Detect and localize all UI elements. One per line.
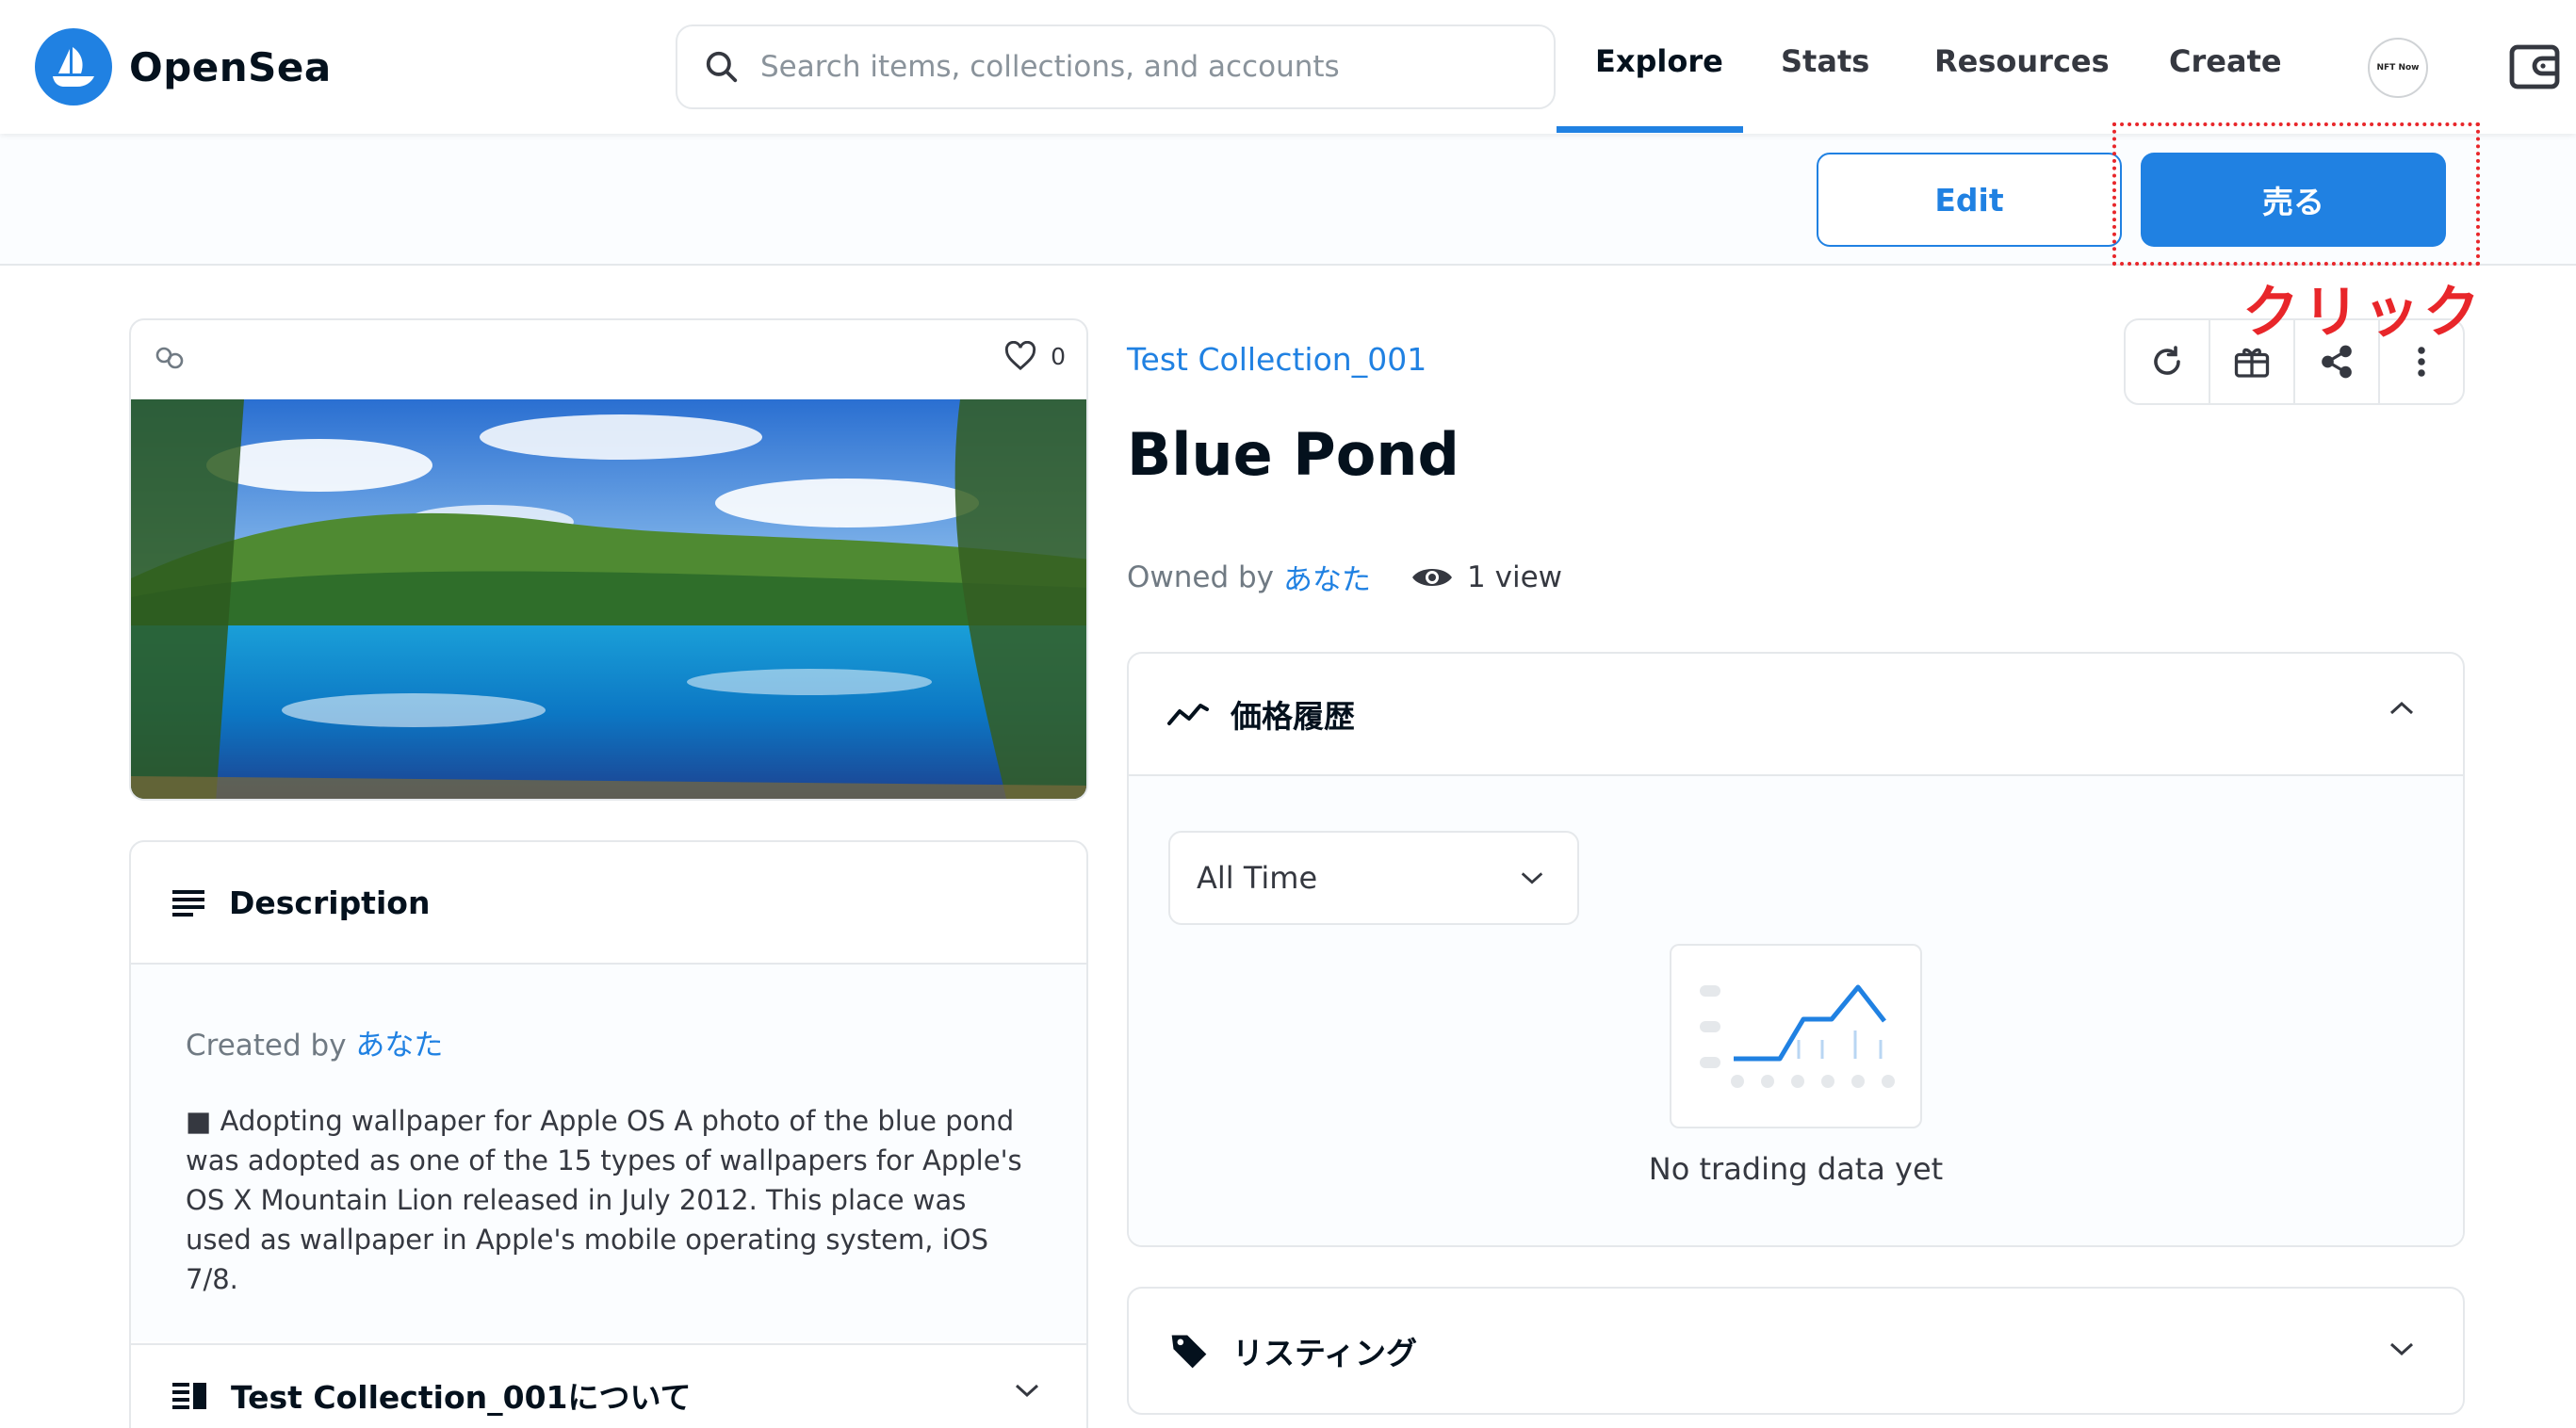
favorite-control[interactable]: 0 [1003, 341, 1066, 371]
empty-chart-illustration [1670, 944, 1922, 1128]
refresh-button[interactable] [2126, 320, 2210, 403]
trend-line-icon [1167, 704, 1209, 725]
price-history-card: 価格履歴 All Time No trading data yet [1127, 652, 2465, 1247]
chevron-down-icon [1015, 1384, 1039, 1398]
brand-name: OpenSea [129, 43, 332, 90]
listings-header[interactable]: リスティング [1127, 1287, 2465, 1415]
about-collection-heading: Test Collection_001について [231, 1379, 692, 1416]
description-header[interactable]: Description [131, 842, 1086, 965]
more-vertical-icon [2418, 347, 2425, 377]
view-count: 1 view [1410, 560, 1562, 594]
collection-list-icon [172, 1383, 206, 1409]
top-header: OpenSea Explore Stats Resources Create N… [0, 0, 2576, 134]
heart-icon [1004, 341, 1036, 371]
chevron-up-icon [2389, 701, 2414, 715]
avatar-text: NFT Now [2376, 63, 2420, 73]
opensea-logo-icon [35, 28, 112, 105]
eye-icon [1412, 568, 1453, 586]
created-by: Created by あなた [186, 1021, 1032, 1063]
nav-stats[interactable]: Stats [1781, 43, 1869, 79]
opensea-logo[interactable]: OpenSea [35, 28, 332, 105]
profile-avatar[interactable]: NFT Now [2368, 38, 2428, 98]
search-input[interactable] [760, 50, 1533, 84]
asset-title: Blue Pond [1127, 420, 1459, 489]
created-by-label: Created by [186, 1029, 347, 1063]
nav-create[interactable]: Create [2169, 43, 2282, 79]
no-trading-data-text: No trading data yet [1648, 1151, 1944, 1187]
image-card-toolbar: 0 [131, 320, 1086, 399]
description-heading: Description [229, 884, 431, 921]
description-lines-icon [172, 890, 204, 917]
description-body: Created by あなた ■ Adopting wallpaper for … [131, 965, 1086, 1341]
wallet-icon[interactable] [2508, 41, 2561, 96]
collection-link[interactable]: Test Collection_001 [1127, 341, 1427, 378]
nav-explore[interactable]: Explore [1595, 43, 1723, 79]
click-highlight-box [2112, 122, 2480, 266]
creator-link[interactable]: あなた [355, 1029, 443, 1063]
owned-by-label: Owned by [1127, 560, 1275, 594]
chain-link-icon[interactable] [154, 345, 186, 375]
price-history-body: All Time No trading data yet [1129, 776, 2463, 1245]
asset-image-card: 0 [129, 318, 1088, 801]
price-tag-icon [1171, 1335, 1207, 1369]
chevron-down-icon [2389, 1342, 2414, 1356]
nav-resources[interactable]: Resources [1934, 43, 2110, 79]
favorite-count: 0 [1051, 342, 1066, 370]
listings-heading: リスティング [1232, 1335, 1418, 1371]
price-history-header[interactable]: 価格履歴 [1129, 654, 2463, 776]
refresh-icon [2154, 346, 2180, 375]
edit-button[interactable]: Edit [1817, 153, 2122, 247]
share-icon [2322, 345, 2352, 379]
active-nav-indicator [1557, 126, 1743, 133]
about-collection-header[interactable]: Test Collection_001について [131, 1343, 1086, 1428]
ownership-info: Owned by あなた 1 view [1127, 556, 1562, 598]
owner-link[interactable]: あなた [1283, 556, 1371, 598]
gift-icon [2234, 348, 2270, 378]
view-count-text: 1 view [1467, 560, 1562, 594]
time-range-select[interactable]: All Time [1168, 831, 1579, 925]
chevron-down-icon [1521, 872, 1543, 884]
price-history-heading: 価格履歴 [1231, 698, 1355, 735]
blue-pond-photo[interactable] [131, 399, 1088, 801]
click-annotation: クリック [2242, 280, 2484, 346]
description-card: Description Created by あなた ■ Adopting wa… [129, 840, 1088, 1428]
description-text: ■ Adopting wallpaper for Apple OS A phot… [186, 1105, 1022, 1295]
search-bar[interactable] [676, 24, 1556, 109]
search-icon [706, 51, 738, 83]
time-range-value: All Time [1197, 860, 1318, 896]
